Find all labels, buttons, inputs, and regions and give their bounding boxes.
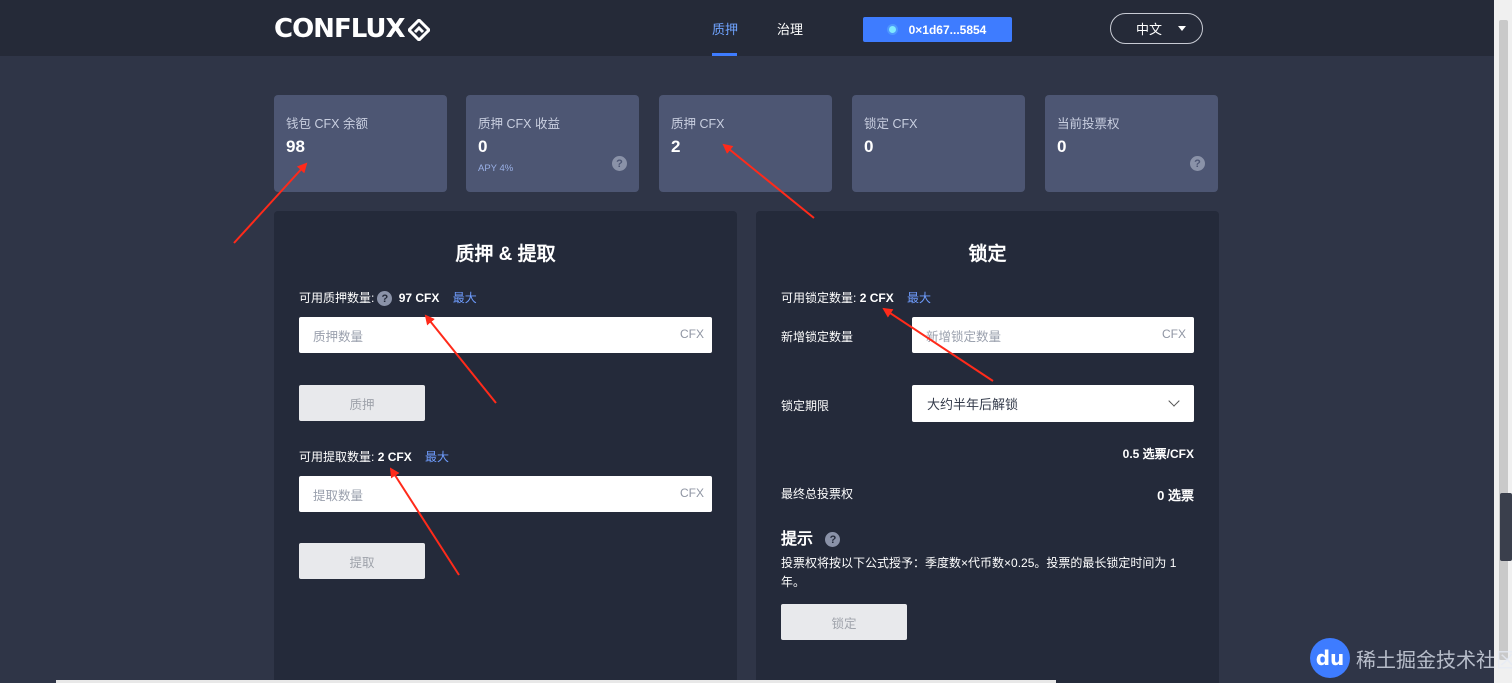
help-icon[interactable]: ? <box>377 291 393 307</box>
available-lock-value: 2 CFX <box>859 291 894 305</box>
tip-title: 提示 <box>781 531 814 548</box>
site-watermark: du 稀土掘金技术社区 <box>1310 636 1512 680</box>
stat-label: 锁定 CFX <box>864 117 918 131</box>
available-lock-label: 可用锁定数量: <box>781 291 857 305</box>
help-icon[interactable]: ? <box>825 532 841 548</box>
new-lock-label: 新增锁定数量 <box>781 330 854 344</box>
lock-button[interactable]: 锁定 <box>781 604 907 640</box>
stake-amount-input[interactable]: 质押数量 CFX <box>299 317 712 353</box>
unit-suffix: CFX <box>680 327 704 341</box>
stat-label: 当前投票权 <box>1057 117 1120 131</box>
new-lock-placeholder: 新增锁定数量 <box>926 329 1002 344</box>
conflux-logo[interactable]: CONFLUX <box>274 14 431 44</box>
final-votes-value: 0 选票 <box>1157 488 1194 503</box>
stat-card-voting-power: 当前投票权 0 ? <box>1045 95 1218 192</box>
lock-period-value: 大约半年后解锁 <box>927 397 1019 412</box>
nav-tab-governance[interactable]: 治理 <box>777 19 803 38</box>
vote-rate: 0.5 选票/CFX <box>1122 447 1194 461</box>
unit-suffix: CFX <box>1162 327 1186 341</box>
panel-title: 锁定 <box>968 244 1007 265</box>
tip-text: 投票权将按以下公式授予：季度数×代币数×0.25。投票的最长锁定时间为 1 年。 <box>781 556 1177 589</box>
stat-value: 0 <box>864 137 874 156</box>
available-withdraw-value: 2 CFX <box>377 450 412 464</box>
stake-max-link[interactable]: 最大 <box>453 291 477 305</box>
stake-button[interactable]: 质押 <box>299 385 425 421</box>
available-stake-label: 可用质押数量: <box>299 291 375 305</box>
stake-withdraw-panel: 质押 & 提取 可用质押数量:? 97 CFX 最大 质押数量 CFX 质押 可… <box>274 211 737 683</box>
stat-label: 钱包 CFX 余额 <box>286 117 368 131</box>
active-tab-indicator <box>712 53 737 56</box>
lock-period-label: 锁定期限 <box>781 399 830 413</box>
help-icon[interactable]: ? <box>612 156 627 171</box>
panel-title: 质押 & 提取 <box>455 244 556 265</box>
side-widget-icon[interactable] <box>1500 493 1512 561</box>
stat-value: 2 <box>671 137 681 156</box>
apy-label: APY 4% <box>478 163 514 174</box>
watermark-text: 稀土掘金技术社区 <box>1356 649 1512 672</box>
available-withdraw-label: 可用提取数量: <box>299 450 375 464</box>
stat-card-locked-cfx: 锁定 CFX 0 <box>852 95 1025 192</box>
watermark-logo-icon: du <box>1310 638 1350 678</box>
stat-label: 质押 CFX <box>671 117 725 131</box>
available-withdraw-row: 可用提取数量: 2 CFX 最大 <box>299 448 449 465</box>
lock-panel: 锁定 可用锁定数量: 2 CFX 最大 新增锁定数量 新增锁定数量 CFX 锁定… <box>756 211 1219 683</box>
unit-suffix: CFX <box>680 486 704 500</box>
lock-max-link[interactable]: 最大 <box>907 291 931 305</box>
tip-heading: 提示 ? <box>781 525 843 549</box>
stake-amount-placeholder: 质押数量 <box>313 329 364 344</box>
new-lock-amount-input[interactable]: 新增锁定数量 CFX <box>912 317 1194 353</box>
stat-card-wallet-balance: 钱包 CFX 余额 98 <box>274 95 447 192</box>
available-lock-row: 可用锁定数量: 2 CFX 最大 <box>781 289 931 306</box>
stat-value: 0 <box>478 137 488 156</box>
logo-text: CONFLUX <box>274 14 406 44</box>
lock-period-select[interactable]: 大约半年后解锁 <box>912 385 1194 422</box>
stat-card-staked-cfx: 质押 CFX 2 <box>659 95 832 192</box>
top-header: CONFLUX 质押 治理 0×1d67...5854 中文 <box>0 0 1494 56</box>
scrollbar-thumb[interactable] <box>1499 20 1508 660</box>
conflux-logo-icon <box>406 17 431 43</box>
language-select[interactable]: 中文 <box>1110 13 1203 44</box>
final-votes-label: 最终总投票权 <box>781 487 854 501</box>
connected-status-icon <box>888 26 896 33</box>
available-stake-value: 97 CFX <box>398 291 440 305</box>
caret-down-icon <box>1178 26 1186 31</box>
nav-tab-stake[interactable]: 质押 <box>712 19 738 38</box>
help-icon[interactable]: ? <box>1190 156 1205 171</box>
chevron-down-icon <box>1168 395 1180 407</box>
withdraw-max-link[interactable]: 最大 <box>425 450 449 464</box>
stat-value: 98 <box>286 137 305 156</box>
wallet-address-button[interactable]: 0×1d67...5854 <box>863 17 1012 42</box>
available-stake-row: 可用质押数量:? 97 CFX 最大 <box>299 289 477 307</box>
language-value: 中文 <box>1136 22 1163 37</box>
vertical-scrollbar[interactable] <box>1494 0 1512 683</box>
withdraw-button[interactable]: 提取 <box>299 543 425 579</box>
withdraw-amount-placeholder: 提取数量 <box>313 488 364 503</box>
withdraw-amount-input[interactable]: 提取数量 CFX <box>299 476 712 512</box>
stat-label: 质押 CFX 收益 <box>478 117 560 131</box>
wallet-address: 0×1d67...5854 <box>908 22 987 37</box>
stat-value: 0 <box>1057 137 1067 156</box>
stat-card-stake-earnings: 质押 CFX 收益 0 APY 4% ? <box>466 95 639 192</box>
